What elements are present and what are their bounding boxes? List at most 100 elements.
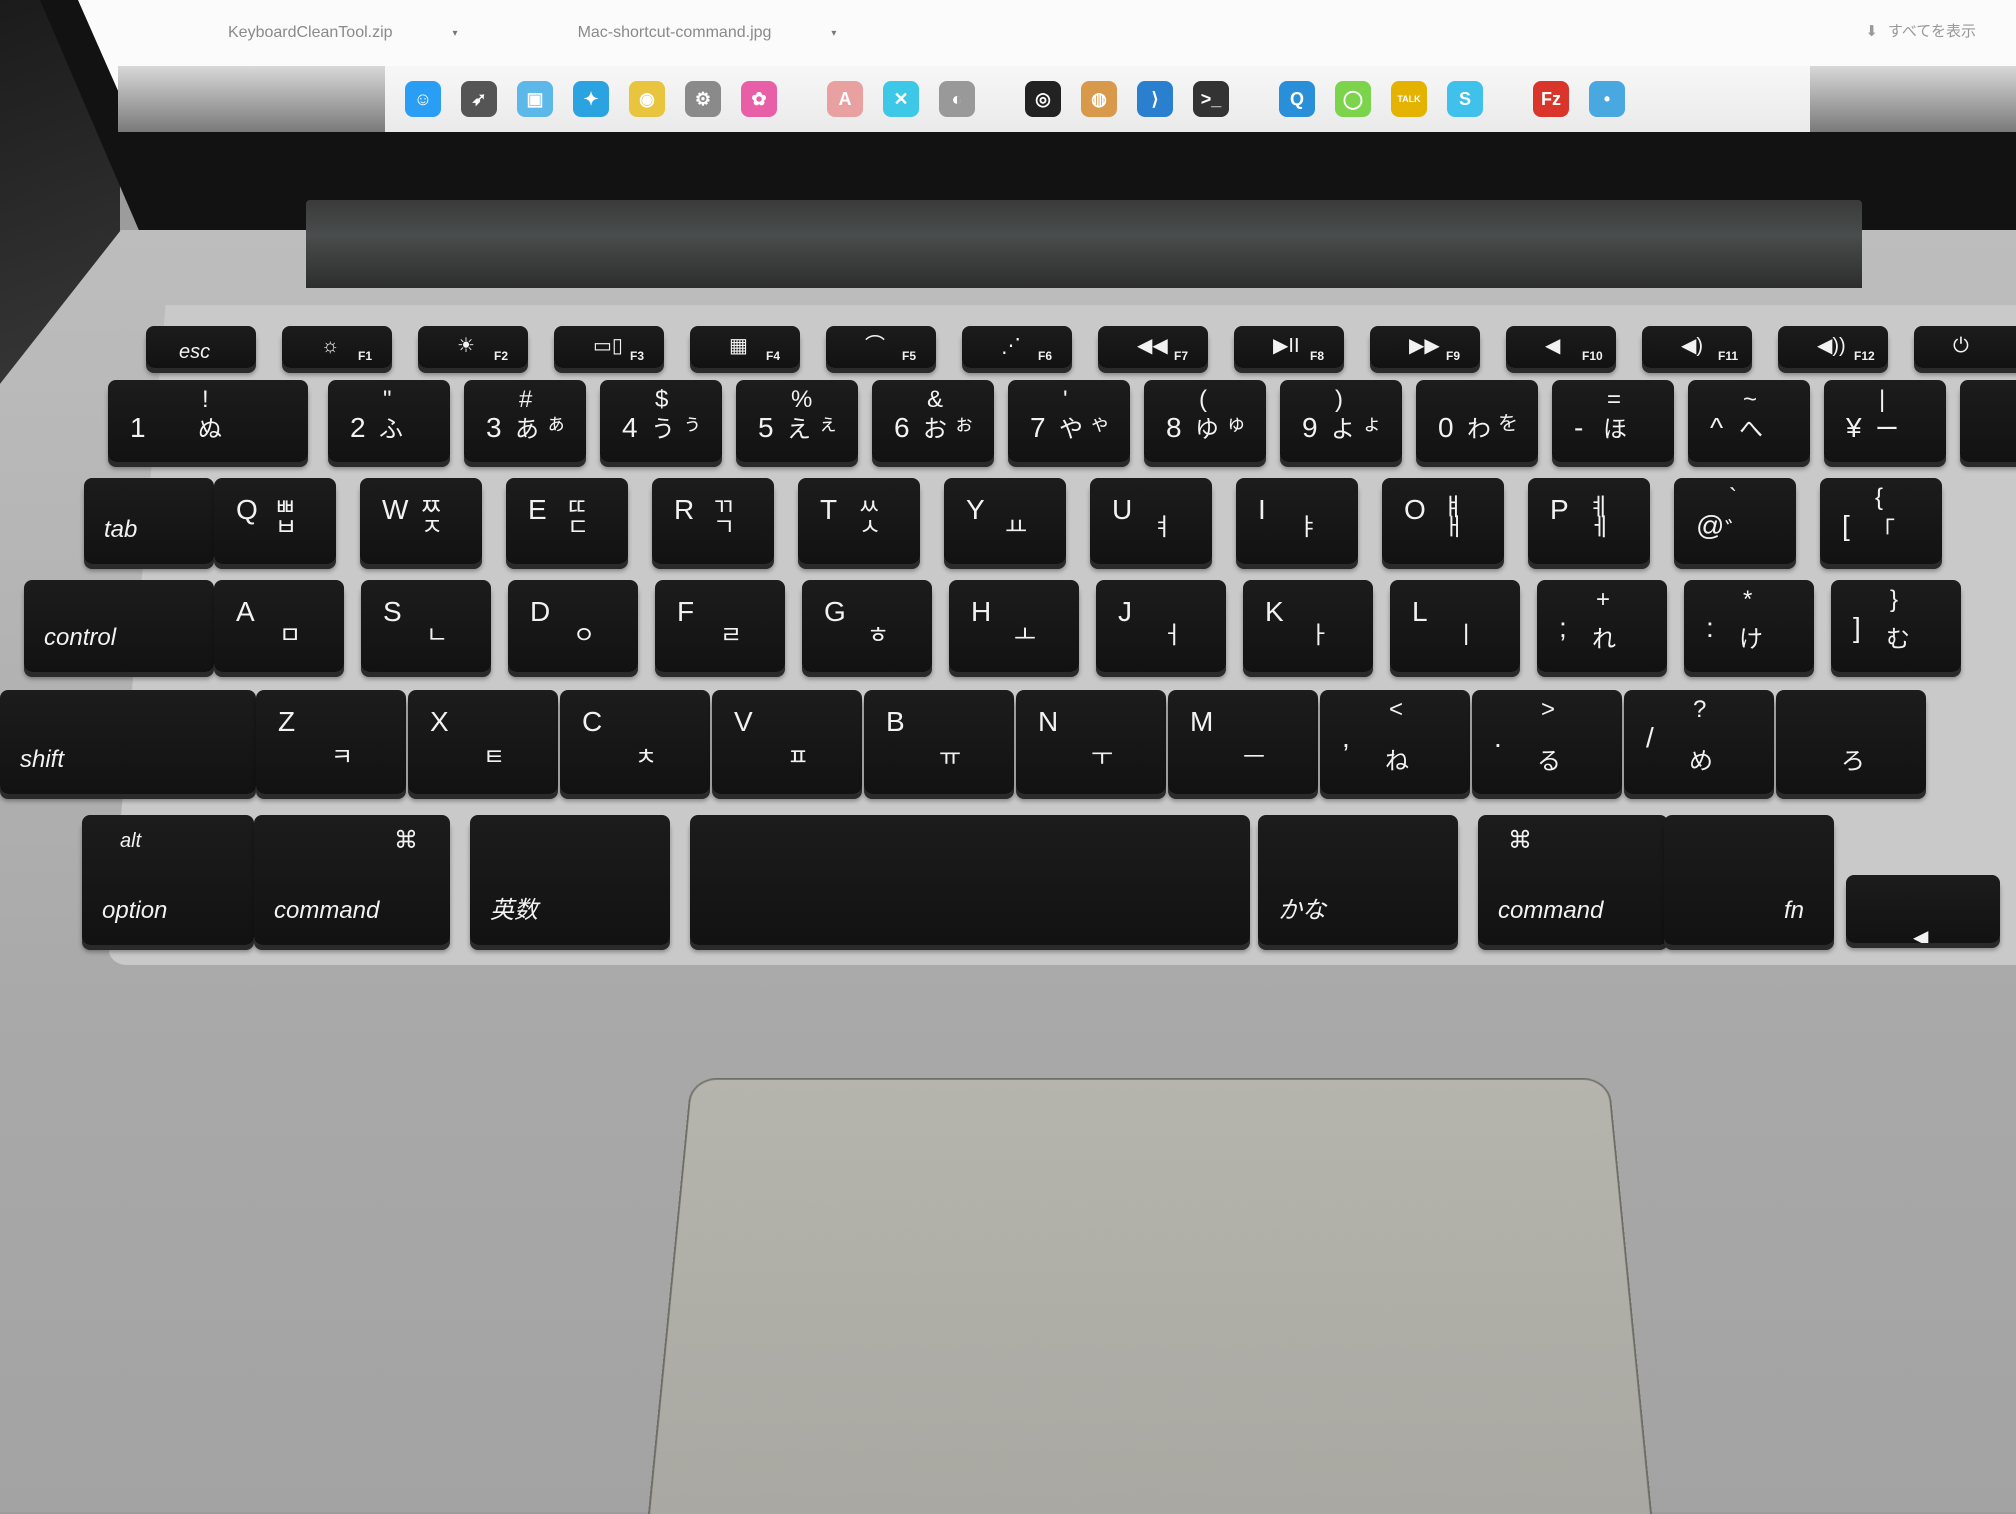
key-esc[interactable]: esc	[146, 326, 256, 368]
key-q[interactable]: Qㅃㅂ	[214, 478, 336, 564]
key-option[interactable]: alt option	[82, 815, 254, 945]
photos-icon[interactable]: ✿	[741, 81, 777, 117]
key-shift[interactable]: shift	[0, 690, 256, 794]
key-1[interactable]: ! 1 ぬ	[108, 380, 308, 462]
key-j[interactable]: Jㅓ	[1096, 580, 1226, 672]
key-s[interactable]: Sㄴ	[361, 580, 491, 672]
key-n[interactable]: Nㅜ	[1016, 690, 1166, 794]
key-0[interactable]: 0 をわ	[1416, 380, 1538, 462]
chevron-down-icon[interactable]: ▾	[453, 28, 458, 39]
key-fn[interactable]: fn	[1664, 815, 1834, 945]
key-f7[interactable]: ◀◀ F7	[1098, 326, 1208, 368]
chrome-icon[interactable]: ◉	[629, 81, 665, 117]
key-f4[interactable]: ▦ F4	[690, 326, 800, 368]
show-all-downloads[interactable]: ⬇ すべてを表示	[1865, 20, 1976, 41]
key-9[interactable]: ) 9 ょよ	[1280, 380, 1402, 462]
key-underscore[interactable]: ろ	[1776, 690, 1926, 794]
app-icon[interactable]: ✕	[883, 81, 919, 117]
key-f2[interactable]: ☀ F2	[418, 326, 528, 368]
key-6[interactable]: & 6 ぉお	[872, 380, 994, 462]
key-bracket-close[interactable]: }] む	[1831, 580, 1961, 672]
key-tab[interactable]: tab	[84, 478, 214, 564]
key-b[interactable]: Bㅠ	[864, 690, 1014, 794]
key-delete[interactable]: del	[1960, 380, 2016, 462]
key-z[interactable]: Zㅋ	[256, 690, 406, 794]
key-kana[interactable]: かな	[1258, 815, 1458, 945]
key-g[interactable]: Gㅎ	[802, 580, 932, 672]
key-command-right[interactable]: ⌘ command	[1478, 815, 1668, 945]
app-icon[interactable]: ◐	[939, 81, 975, 117]
rocket-icon[interactable]: ➶	[461, 81, 497, 117]
key-v[interactable]: Vㅍ	[712, 690, 862, 794]
trackpad[interactable]	[648, 1078, 1652, 1514]
download-item[interactable]: KeyboardCleanTool.zip ▾	[228, 18, 458, 48]
key-l[interactable]: Lㅣ	[1390, 580, 1520, 672]
aperture-icon[interactable]: ◎	[1025, 81, 1061, 117]
key-w[interactable]: Wㅉㅈ	[360, 478, 482, 564]
download-filename[interactable]: Mac-shortcut-command.jpg	[578, 24, 772, 42]
key-3[interactable]: #3 ぁあ	[464, 380, 586, 462]
key-space[interactable]	[690, 815, 1250, 945]
gear-icon[interactable]: ⚙	[685, 81, 721, 117]
key-yen[interactable]: | ¥ ー	[1824, 380, 1946, 462]
key-o[interactable]: Oㅒㅐ	[1382, 478, 1504, 564]
key-minus[interactable]: = - ほ	[1552, 380, 1674, 462]
key-f1[interactable]: ☼ F1	[282, 326, 392, 368]
key-f[interactable]: Fㄹ	[655, 580, 785, 672]
show-all-label[interactable]: すべてを表示	[1888, 20, 1976, 41]
key-m[interactable]: Mㅡ	[1168, 690, 1318, 794]
key-a[interactable]: Aㅁ	[214, 580, 344, 672]
key-r[interactable]: Rㄲㄱ	[652, 478, 774, 564]
key-t[interactable]: Tㅆㅅ	[798, 478, 920, 564]
key-control[interactable]: control	[24, 580, 214, 672]
key-4[interactable]: $4 ぅう	[600, 380, 722, 462]
preview-icon[interactable]: ▣	[517, 81, 553, 117]
key-f8[interactable]: ▶II F8	[1234, 326, 1344, 368]
key-caret[interactable]: ~ ^ へ	[1688, 380, 1810, 462]
key-power[interactable]: ⏻	[1914, 326, 2016, 368]
vscode-icon[interactable]: ⟩	[1137, 81, 1173, 117]
key-f5[interactable]: ⌒ F5	[826, 326, 936, 368]
terminal-icon[interactable]: >_	[1193, 81, 1229, 117]
key-command-left[interactable]: ⌘ command	[254, 815, 450, 945]
quicktime-icon[interactable]: Q	[1279, 81, 1315, 117]
key-p[interactable]: Pㅖㅔ	[1528, 478, 1650, 564]
key-bracket-open[interactable]: {[「	[1820, 478, 1942, 564]
key-f12[interactable]: ◀)) F12	[1778, 326, 1888, 368]
firefox-icon[interactable]: ◍	[1081, 81, 1117, 117]
key-y[interactable]: Yㅛ	[944, 478, 1066, 564]
key-d[interactable]: Dㅇ	[508, 580, 638, 672]
key-h[interactable]: Hㅗ	[949, 580, 1079, 672]
key-colon[interactable]: *: け	[1684, 580, 1814, 672]
skype-icon[interactable]: S	[1447, 81, 1483, 117]
key-comma[interactable]: <, ね	[1320, 690, 1470, 794]
key-f10[interactable]: ◀ F10	[1506, 326, 1616, 368]
acrobat-icon[interactable]: A	[827, 81, 863, 117]
key-7[interactable]: ' 7 ゃや	[1008, 380, 1130, 462]
key-u[interactable]: Uㅕ	[1090, 478, 1212, 564]
key-k[interactable]: Kㅏ	[1243, 580, 1373, 672]
safari-icon[interactable]: ✦	[573, 81, 609, 117]
key-semicolon[interactable]: +; れ	[1537, 580, 1667, 672]
key-f3[interactable]: ▭▯ F3	[554, 326, 664, 368]
key-f9[interactable]: ▶▶ F9	[1370, 326, 1480, 368]
key-f11[interactable]: ◀) F11	[1642, 326, 1752, 368]
finder-icon[interactable]: ☺	[405, 81, 441, 117]
key-period[interactable]: >. る	[1472, 690, 1622, 794]
download-filename[interactable]: KeyboardCleanTool.zip	[228, 24, 393, 42]
key-at[interactable]: ` @ ゛	[1674, 478, 1796, 564]
key-c[interactable]: Cㅊ	[560, 690, 710, 794]
key-arrow-left[interactable]: ◀	[1846, 875, 2000, 943]
key-f6[interactable]: ⋰ F6	[962, 326, 1072, 368]
app-icon[interactable]: •	[1589, 81, 1625, 117]
key-slash[interactable]: ? / め	[1624, 690, 1774, 794]
key-i[interactable]: Iㅑ	[1236, 478, 1358, 564]
chevron-down-icon[interactable]: ▾	[831, 28, 836, 39]
key-2[interactable]: " 2 ふ	[328, 380, 450, 462]
download-item[interactable]: Mac-shortcut-command.jpg ▾	[578, 18, 837, 48]
key-eisu[interactable]: 英数	[470, 815, 670, 945]
key-e[interactable]: Eㄸㄷ	[506, 478, 628, 564]
messages-icon[interactable]: ◯	[1335, 81, 1371, 117]
key-x[interactable]: Xㅌ	[408, 690, 558, 794]
key-8[interactable]: (8 ゅゆ	[1144, 380, 1266, 462]
